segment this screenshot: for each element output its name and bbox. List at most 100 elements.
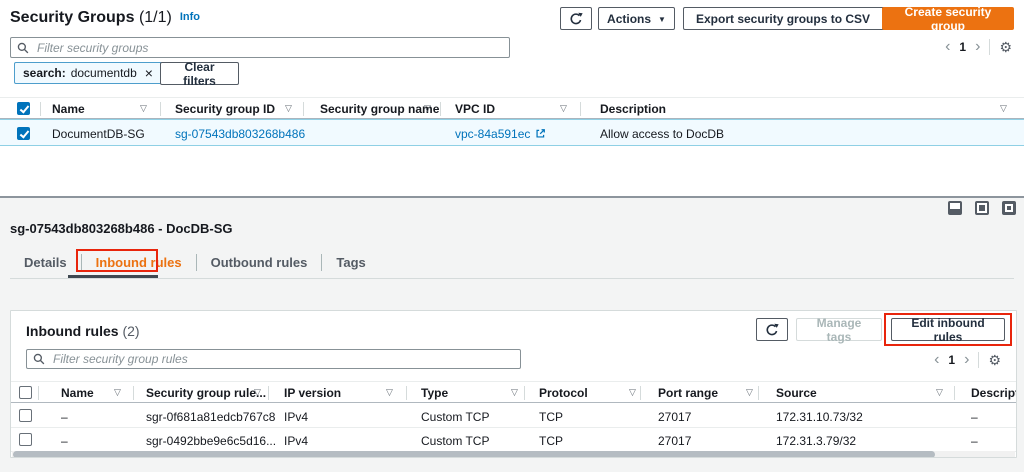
sg-name-cell: DocumentDB-SG: [52, 127, 145, 141]
sort-icon[interactable]: ▽: [114, 388, 121, 397]
refresh-button[interactable]: [560, 7, 592, 30]
sort-icon[interactable]: ▽: [424, 104, 431, 113]
col-header-sg-name[interactable]: Security group name: [320, 102, 439, 116]
sort-icon[interactable]: ▽: [285, 104, 292, 113]
horizontal-scrollbar-thumb[interactable]: [13, 451, 935, 458]
sort-icon[interactable]: ▽: [386, 388, 393, 397]
security-groups-panel: Security Groups (1/1)Info Actions ▼ Expo…: [0, 0, 1024, 196]
tab-details[interactable]: Details: [10, 255, 81, 270]
column-divider: [160, 102, 161, 116]
layout-full-panel-icon[interactable]: [1002, 201, 1016, 215]
vpc-id-link[interactable]: vpc-84a591ec: [455, 127, 530, 141]
security-group-row[interactable]: DocumentDB-SG sg-07543db803268b486 vpc-8…: [0, 119, 1024, 146]
col-header-port-range[interactable]: Port range: [658, 386, 718, 400]
export-csv-label: Export security groups to CSV: [696, 12, 870, 26]
rule-name-cell: –: [61, 434, 68, 448]
col-header-vpc-id[interactable]: VPC ID: [455, 102, 495, 116]
column-divider: [40, 102, 41, 116]
sort-icon[interactable]: ▽: [254, 388, 261, 397]
sort-icon[interactable]: ▽: [1000, 104, 1007, 113]
create-security-group-button[interactable]: Create security group: [882, 7, 1014, 30]
settings-gear-icon[interactable]: ⚙: [999, 40, 1012, 54]
filter-security-group-rules-input[interactable]: [26, 349, 521, 369]
search-icon: [33, 353, 45, 365]
sort-icon[interactable]: ▽: [560, 104, 567, 113]
sg-id-link[interactable]: sg-07543db803268b486: [175, 127, 305, 141]
sort-icon[interactable]: ▽: [746, 388, 753, 397]
tabs-rule: [10, 278, 1014, 279]
detail-panel: sg-07543db803268b486 - DocDB-SG Details …: [0, 198, 1024, 472]
rule-type-cell: Custom TCP: [421, 410, 489, 424]
pagination-top: ‹ 1 › ⚙: [945, 39, 1012, 55]
filter-security-groups-input[interactable]: [10, 37, 510, 58]
horizontal-scrollbar: [12, 451, 1015, 458]
column-divider: [640, 386, 641, 400]
rules-settings-gear-icon[interactable]: ⚙: [988, 353, 1001, 367]
actions-button[interactable]: Actions ▼: [598, 7, 675, 30]
rules-page-prev-button[interactable]: ‹: [934, 352, 939, 368]
tab-inbound-rules[interactable]: Inbound rules: [82, 255, 196, 270]
col-header-protocol[interactable]: Protocol: [539, 386, 588, 400]
pagination-divider: [989, 39, 990, 55]
external-link-icon: [535, 128, 546, 139]
token-key: search:: [23, 66, 66, 80]
export-csv-button[interactable]: Export security groups to CSV: [683, 7, 883, 30]
caret-down-icon: ▼: [658, 16, 666, 24]
column-divider: [580, 102, 581, 116]
info-link[interactable]: Info: [180, 11, 200, 23]
actions-label: Actions: [607, 12, 651, 26]
col-header-rule-name[interactable]: Name: [61, 386, 94, 400]
sort-icon[interactable]: ▽: [629, 388, 636, 397]
manage-tags-button[interactable]: Manage tags: [796, 318, 882, 341]
rule-row[interactable]: – sgr-0f681a81edcb767c8 IPv4 Custom TCP …: [11, 404, 1016, 428]
col-header-rule-id[interactable]: Security group rule...: [146, 386, 266, 400]
tab-outbound-rules[interactable]: Outbound rules: [197, 255, 322, 270]
refresh-icon: [765, 323, 779, 337]
column-divider: [38, 386, 39, 400]
sort-icon[interactable]: ▽: [140, 104, 147, 113]
col-header-rule-description[interactable]: Description: [971, 386, 1017, 400]
column-divider: [406, 386, 407, 400]
page-header: Security Groups (1/1)Info: [10, 9, 200, 27]
inbound-rules-title: Inbound rules: [26, 323, 119, 339]
panel-layout-buttons: [948, 201, 1016, 215]
rule-port-range-cell: 27017: [658, 434, 691, 448]
rule-row-checkbox[interactable]: [19, 433, 32, 446]
select-all-checkbox[interactable]: [17, 102, 30, 115]
col-header-sg-id[interactable]: Security group ID: [175, 102, 275, 116]
rule-row-checkbox[interactable]: [19, 409, 32, 422]
rule-port-range-cell: 27017: [658, 410, 691, 424]
col-header-description[interactable]: Description: [600, 102, 666, 116]
row-checkbox[interactable]: [17, 127, 30, 140]
export-split-button: Export security groups to CSV ▼: [683, 7, 909, 30]
layout-bottom-panel-icon[interactable]: [948, 201, 962, 215]
create-security-group-label: Create security group: [893, 5, 1003, 33]
sort-icon[interactable]: ▽: [511, 388, 518, 397]
layout-side-panel-icon[interactable]: [975, 201, 989, 215]
edit-inbound-rules-button[interactable]: Edit inbound rules: [891, 318, 1005, 341]
page-prev-button[interactable]: ‹: [945, 39, 950, 55]
edit-inbound-rules-label: Edit inbound rules: [902, 316, 994, 344]
rules-page-number[interactable]: 1: [948, 353, 955, 367]
column-divider: [303, 102, 304, 116]
page-next-button[interactable]: ›: [975, 39, 980, 55]
column-divider: [524, 386, 525, 400]
rules-page-next-button[interactable]: ›: [964, 352, 969, 368]
remove-token-icon[interactable]: ×: [145, 66, 153, 80]
refresh-rules-button[interactable]: [756, 318, 788, 341]
sort-icon[interactable]: ▽: [936, 388, 943, 397]
col-header-source[interactable]: Source: [776, 386, 817, 400]
page-number[interactable]: 1: [959, 40, 966, 54]
tab-tags[interactable]: Tags: [322, 255, 379, 270]
col-header-ip-version[interactable]: IP version: [284, 386, 341, 400]
page-title: Security Groups: [10, 9, 134, 26]
rule-protocol-cell: TCP: [539, 434, 563, 448]
clear-filters-button[interactable]: Clear filters: [160, 62, 239, 85]
rule-row[interactable]: – sgr-0492bbe9e6c5d16... IPv4 Custom TCP…: [11, 428, 1016, 452]
rule-description-cell: –: [971, 410, 978, 424]
rules-select-all-checkbox[interactable]: [19, 386, 32, 399]
clear-filters-label: Clear filters: [171, 60, 228, 88]
inbound-rules-heading: Inbound rules (2): [26, 323, 140, 339]
col-header-name[interactable]: Name: [52, 102, 85, 116]
col-header-type[interactable]: Type: [421, 386, 448, 400]
